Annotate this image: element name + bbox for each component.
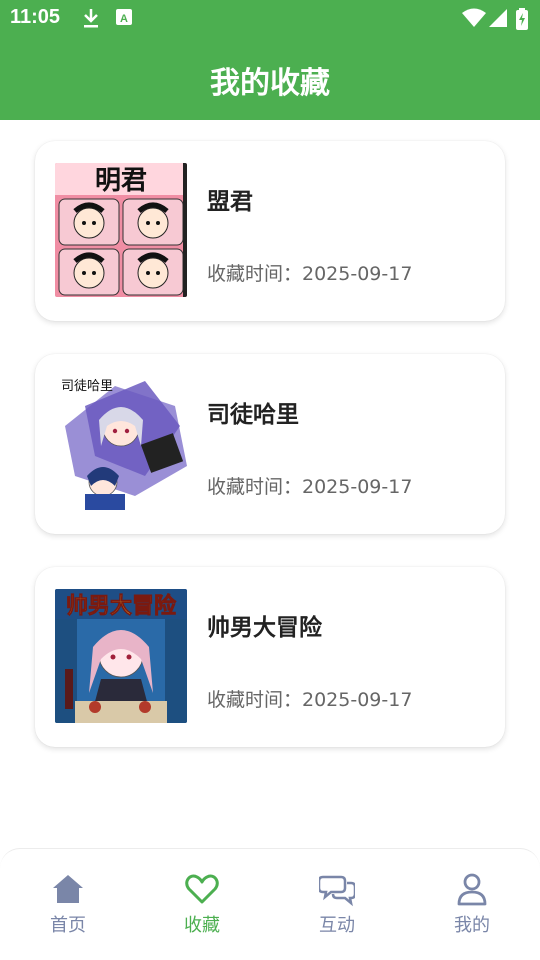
card-title: 司徒哈里: [207, 402, 299, 428]
nav-label-me: 我的: [454, 915, 490, 936]
nav-label-interact: 互动: [319, 915, 355, 936]
favorite-card[interactable]: 帅男大冒险 帅男大冒险 收藏时间：2025-09-17: [35, 567, 505, 747]
cover-manga-2[interactable]: 司徒哈里: [55, 376, 187, 510]
cover-manga-1[interactable]: 明君: [55, 163, 187, 297]
favorite-card[interactable]: 明君 盟君 收藏时间：2025-09-17: [35, 141, 505, 321]
card-date: 收藏时间：2025-09-17: [207, 263, 413, 285]
chat-icon: [319, 875, 355, 907]
signal-icon: [489, 9, 507, 27]
home-icon: [53, 875, 83, 903]
header: 11:05 A 我的收藏: [0, 0, 540, 120]
user-icon: [457, 873, 487, 906]
nav-item-interact[interactable]: 互动: [287, 871, 387, 941]
svg-text:A: A: [120, 13, 128, 25]
heart-icon: [185, 874, 219, 904]
bottom-navigation: 首页 收藏 互动 我的: [0, 848, 540, 960]
battery-icon: [516, 8, 528, 30]
nav-label-home: 首页: [50, 915, 86, 936]
card-title: 盟君: [207, 189, 253, 215]
card-date: 收藏时间：2025-09-17: [207, 476, 413, 498]
nav-item-home[interactable]: 首页: [18, 871, 118, 941]
status-bar: 11:05 A: [0, 0, 540, 36]
nav-item-me[interactable]: 我的: [422, 871, 522, 941]
nav-label-favorites: 收藏: [184, 915, 220, 936]
status-time: 11:05: [10, 6, 61, 28]
page-title: 我的收藏: [210, 66, 330, 101]
wifi-icon: [462, 8, 486, 27]
svg-text:司徒哈里: 司徒哈里: [61, 379, 113, 394]
download-icon: [84, 9, 98, 28]
a-icon: A: [116, 9, 132, 25]
card-title: 帅男大冒险: [207, 615, 322, 641]
cover-manga-3[interactable]: 帅男大冒险: [55, 589, 187, 723]
nav-item-favorites[interactable]: 收藏: [152, 871, 252, 941]
svg-text:帅男大冒险: 帅男大冒险: [66, 593, 177, 619]
card-date: 收藏时间：2025-09-17: [207, 689, 413, 711]
favorite-card[interactable]: 司徒哈里 司徒哈里 收藏时间：2025-09-17: [35, 354, 505, 534]
svg-text:明君: 明君: [95, 166, 147, 196]
